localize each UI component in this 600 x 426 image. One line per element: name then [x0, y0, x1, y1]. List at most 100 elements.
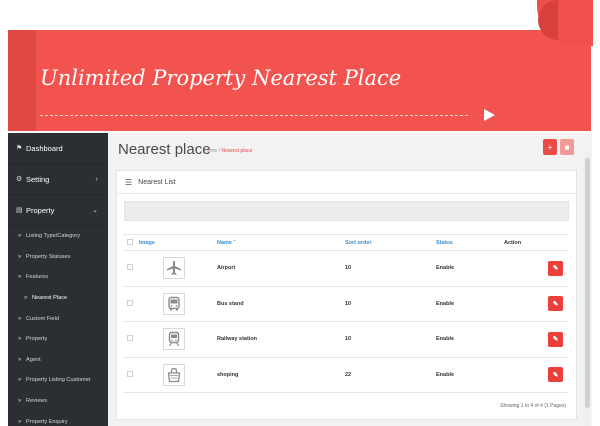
image-cell — [135, 286, 213, 322]
play-icon — [484, 109, 495, 121]
banner-dashed-line — [40, 115, 468, 116]
edit-button[interactable]: ✎ — [548, 331, 563, 347]
status-cell: Enable — [432, 286, 500, 322]
sidebar-subitem-label: Property Statuses — [26, 253, 71, 260]
sidebar-subitem-label: Listing Type/Category — [26, 233, 81, 240]
name-cell: Railway station — [213, 321, 341, 358]
scrollbar-thumb[interactable] — [585, 158, 590, 408]
edit-button[interactable]: ✎ — [548, 296, 563, 312]
sidebar-subitem-label: Features — [26, 274, 49, 281]
sidebar-item-property[interactable]: ▤ Property ⌄ — [8, 195, 108, 226]
document-icon: ▤ — [16, 207, 23, 214]
column-status[interactable]: Status — [432, 234, 500, 251]
select-all-checkbox[interactable] — [127, 238, 133, 245]
sidebar-subitem-label: Property Enquiry — [26, 418, 68, 425]
sidebar-subitem-label: Reviews — [26, 398, 48, 405]
sidebar-subitem-agent[interactable]: » Agent — [8, 350, 108, 371]
sidebar-subitem-listing-customer[interactable]: » Property Listing Customer — [8, 370, 108, 391]
pencil-icon: ✎ — [552, 336, 559, 344]
nearest-table: Image Name ˇ Sort order Status Action Ai… — [123, 234, 568, 393]
sidebar: ⚑ Dashboard ⚙ Setting › ▤ Property ⌄ » L… — [8, 133, 108, 426]
sidebar-subitem-label: Property Listing Customer — [26, 377, 91, 384]
breadcrumb-current: Nearest place — [221, 148, 253, 154]
add-button[interactable]: + — [543, 139, 557, 155]
pagination-info: Showing 1 to 4 of 4 (1 Pages) — [500, 403, 566, 409]
row-checkbox[interactable] — [127, 299, 133, 306]
panel-title: Nearest List — [138, 178, 176, 186]
airplane-icon — [163, 257, 185, 280]
edit-button[interactable]: ✎ — [548, 367, 563, 383]
action-cell: ✎ — [500, 286, 568, 322]
pencil-icon: ✎ — [552, 300, 559, 308]
sidebar-item-setting[interactable]: ⚙ Setting › — [8, 164, 108, 195]
name-cell: Bus stand — [213, 286, 341, 322]
page-title: Nearest place — [118, 141, 211, 158]
sidebar-item-label: Setting — [26, 174, 50, 184]
sidebar-subitem-label: Nearest Place — [32, 295, 68, 302]
sidebar-subitem-label: Custom Field — [26, 315, 59, 322]
banner-fold — [8, 30, 36, 131]
shopping-bag-icon — [163, 363, 185, 386]
sidebar-subitem-reviews[interactable]: » Reviews — [8, 391, 108, 412]
sidebar-subitem-enquiry[interactable]: » Property Enquiry — [8, 411, 108, 426]
sidebar-subitem-nearest-place[interactable]: » Nearest Place — [8, 288, 108, 309]
double-chevron-icon: » — [18, 398, 22, 405]
sidebar-subitem-label: Agent — [26, 356, 41, 363]
double-chevron-icon: » — [18, 377, 22, 384]
row-checkbox[interactable] — [127, 335, 133, 342]
list-icon: ☰ — [125, 177, 133, 187]
plus-icon: + — [547, 142, 553, 152]
column-action: Action — [500, 234, 568, 251]
sidebar-item-label: Property — [26, 205, 55, 215]
banner-title: Unlimited Property Nearest Place — [40, 66, 402, 90]
breadcrumb: Home / Nearest place — [204, 148, 252, 154]
breadcrumb-separator: / — [218, 148, 221, 154]
delete-button[interactable]: ■ — [560, 139, 574, 155]
action-cell: ✎ — [500, 250, 568, 287]
row-checkbox-cell — [123, 250, 135, 287]
image-cell — [135, 357, 213, 393]
sidebar-subitem-custom-field[interactable]: » Custom Field — [8, 308, 108, 329]
row-checkbox-cell — [123, 321, 135, 358]
status-cell: Enable — [432, 250, 500, 287]
breadcrumb-home[interactable]: Home — [204, 148, 217, 154]
table-header-row: Image Name ˇ Sort order Status Action — [123, 234, 568, 251]
pencil-icon: ✎ — [552, 265, 559, 273]
column-image[interactable]: Image — [135, 234, 213, 251]
table-row: Airport 10 Enable ✎ — [123, 250, 568, 287]
bus-icon — [163, 292, 185, 315]
chevron-down-icon: ⌄ — [92, 207, 98, 214]
table-row: Railway station 10 Enable ✎ — [123, 321, 568, 358]
filter-bar[interactable] — [124, 201, 569, 221]
sidebar-subitem-property[interactable]: » Property — [8, 329, 108, 350]
column-sort-order[interactable]: Sort order — [341, 234, 432, 251]
row-checkbox[interactable] — [127, 370, 133, 377]
table-row: shoping 22 Enable ✎ — [123, 357, 568, 393]
row-checkbox[interactable] — [127, 264, 133, 271]
sidebar-subitem-property-statuses[interactable]: » Property Statuses — [8, 247, 108, 268]
name-cell: shoping — [213, 357, 341, 393]
select-all-cell — [123, 234, 135, 251]
sidebar-subitem-listing-type[interactable]: » Listing Type/Category — [8, 226, 108, 247]
sort-cell: 10 — [341, 321, 432, 358]
edit-button[interactable]: ✎ — [548, 260, 563, 276]
sort-cell: 10 — [341, 250, 432, 287]
column-name[interactable]: Name ˇ — [213, 234, 341, 251]
sidebar-subitem-features[interactable]: » Features — [8, 267, 108, 288]
double-chevron-icon: » — [18, 418, 22, 425]
image-cell — [135, 250, 213, 287]
panel-header: ☰ Nearest List — [117, 171, 576, 194]
sidebar-item-dashboard[interactable]: ⚑ Dashboard — [8, 133, 108, 164]
double-chevron-icon: » — [18, 233, 22, 240]
status-cell: Enable — [432, 357, 500, 393]
double-chevron-icon: » — [18, 253, 22, 260]
double-chevron-icon: » — [18, 336, 22, 343]
status-cell: Enable — [432, 321, 500, 358]
pencil-icon: ✎ — [552, 371, 559, 379]
trash-icon: ■ — [564, 142, 570, 152]
nearest-list-panel: ☰ Nearest List Image Name ˇ Sort order S… — [116, 170, 577, 420]
sort-caret-icon: ˇ — [233, 239, 236, 246]
sidebar-item-label: Dashboard — [26, 143, 63, 153]
double-chevron-icon: » — [24, 295, 28, 302]
sort-cell: 10 — [341, 286, 432, 322]
